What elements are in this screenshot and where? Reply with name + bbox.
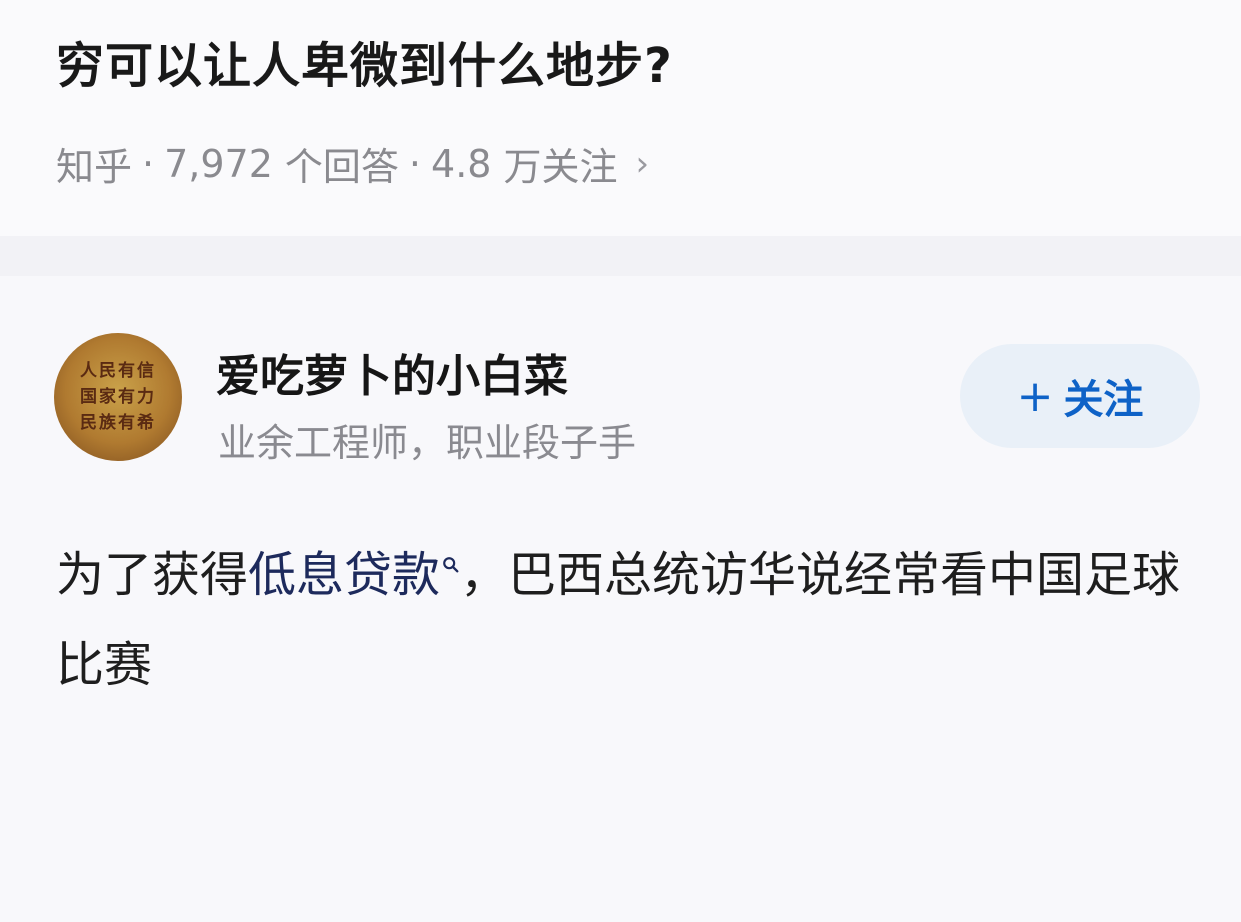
search-icon[interactable] [442, 556, 460, 574]
answer-count-label: 个回答 [284, 145, 399, 189]
answer-count: 7,972 [164, 141, 273, 186]
question-header: 穷可以让人卑微到什么地步? 知乎 · 7,972 个回答 · 4.8 万关注 › [0, 0, 1241, 236]
avatar[interactable]: 人民有信 国家有力 民族有希 [54, 333, 182, 461]
answer-text[interactable]: 为了获得低息贷款 ，巴西总统访华说经常看中国足球比赛 [56, 530, 1196, 710]
follower-count-label: 万关注 [503, 145, 618, 189]
chevron-right-icon[interactable]: › [635, 144, 649, 184]
author-bio: 业余工程师，职业段子手 [218, 421, 637, 465]
follow-button[interactable]: + 关注 [960, 344, 1200, 448]
avatar-text-line: 民族有希 [80, 413, 156, 433]
answer-text-prefix: 为了获得 [56, 547, 249, 603]
meta-separator: · [408, 141, 422, 186]
question-meta[interactable]: 知乎 · 7,972 个回答 · 4.8 万关注 › [56, 136, 649, 191]
avatar-text-line: 国家有力 [80, 387, 156, 407]
section-divider [0, 236, 1241, 276]
follow-button-label: 关注 [1063, 377, 1144, 423]
plus-icon: + [1016, 370, 1054, 422]
avatar-text-line: 人民有信 [80, 361, 156, 381]
meta-separator: · [142, 141, 155, 186]
author-name[interactable]: 爱吃萝卜的小白菜 [216, 340, 568, 404]
source-label: 知乎 [56, 145, 133, 189]
follower-count: 4.8 [431, 141, 492, 186]
search-keyword-link[interactable]: 低息贷款 [248, 547, 440, 603]
answer-card: 人民有信 国家有力 民族有希 爱吃萝卜的小白菜 业余工程师，职业段子手 + 关注… [0, 276, 1241, 922]
question-title[interactable]: 穷可以让人卑微到什么地步? [56, 26, 673, 96]
